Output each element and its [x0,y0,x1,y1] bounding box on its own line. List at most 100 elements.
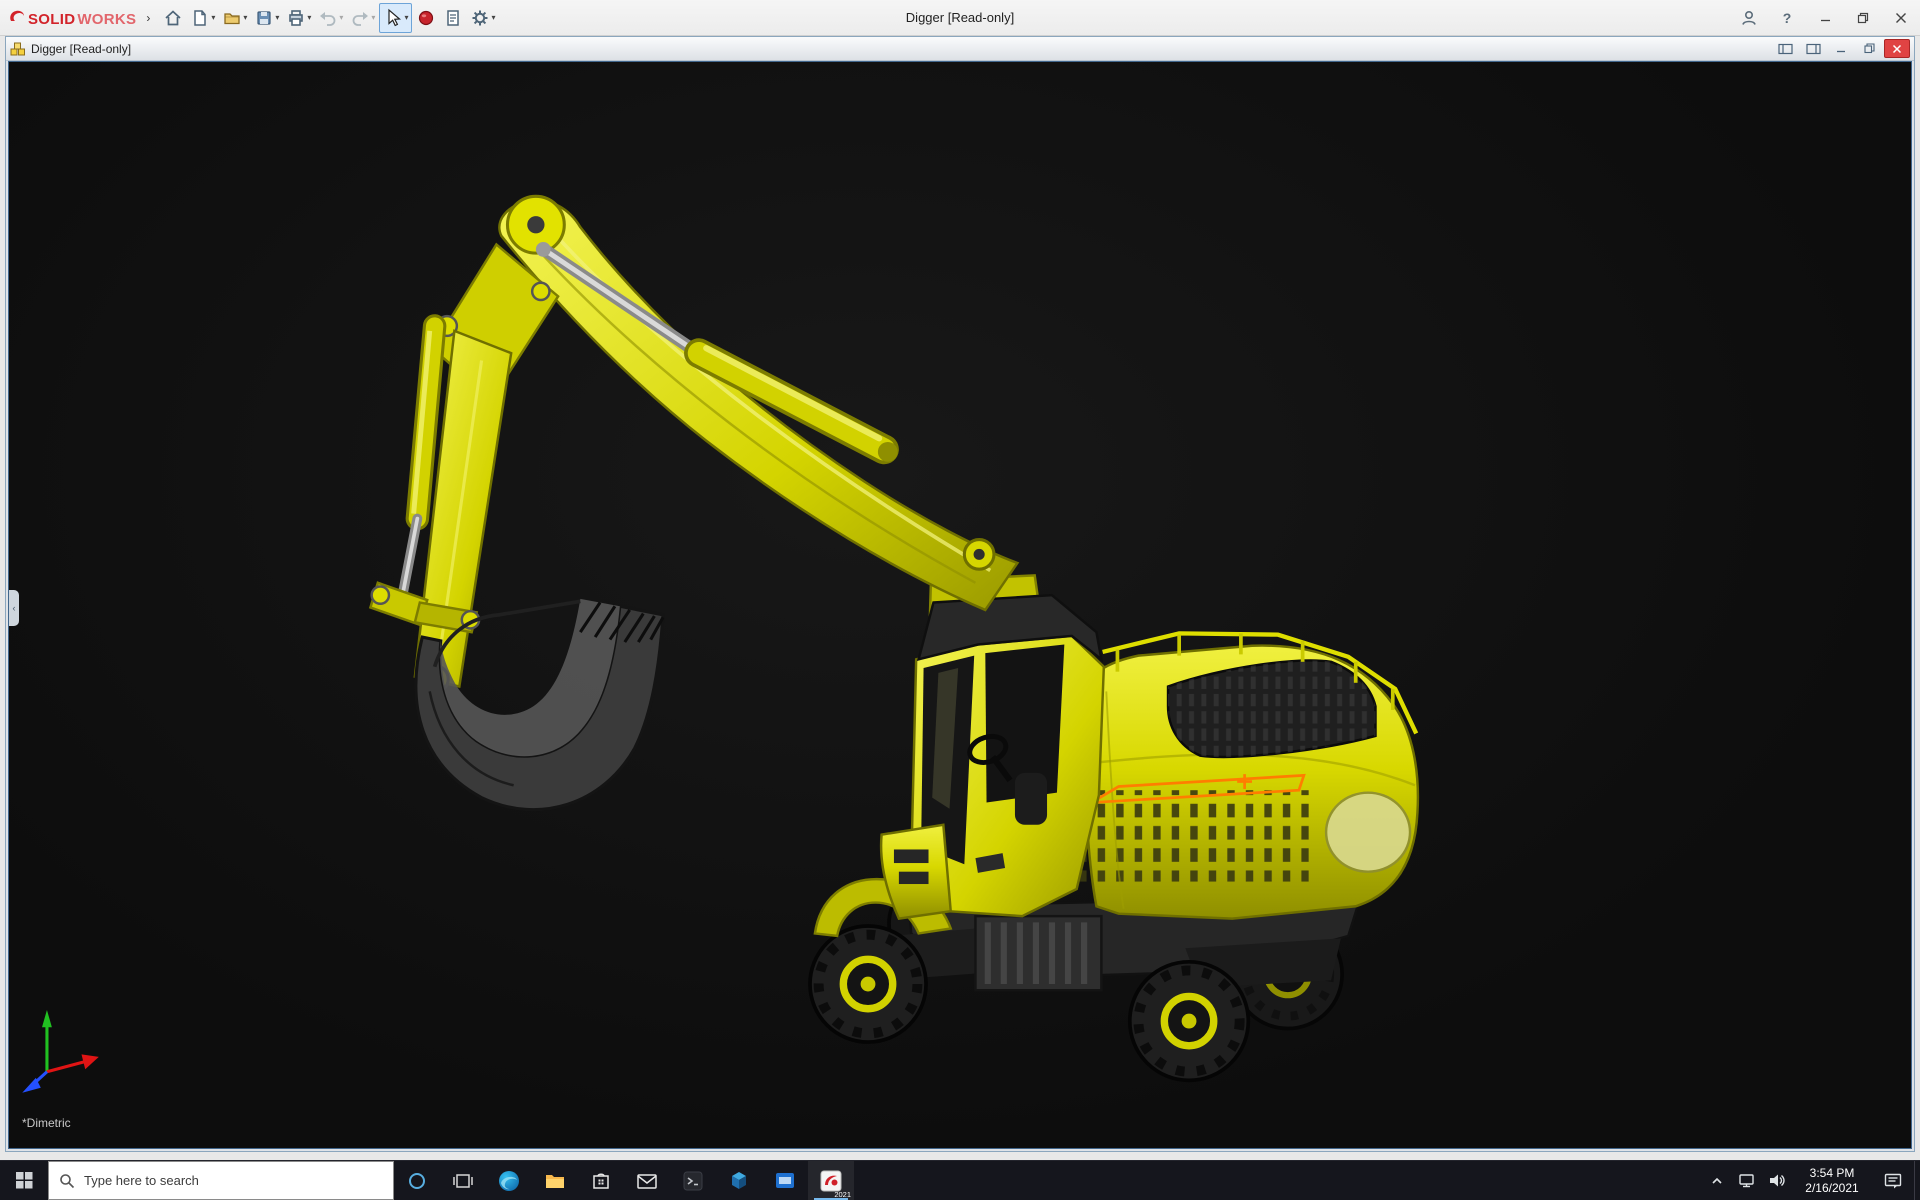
save-button[interactable]: ▾ [251,3,282,33]
solidworks-app-button[interactable]: 2021 [808,1161,854,1200]
restore-icon [1857,12,1869,24]
orientation-triad[interactable] [22,1010,99,1093]
rebuild-button[interactable] [413,3,439,33]
minimize-icon [1820,12,1831,23]
doc-restore-button[interactable] [1856,39,1882,58]
home-icon [163,8,183,28]
clock-time: 3:54 PM [1810,1166,1855,1181]
tray-expand-button[interactable] [1702,1161,1732,1200]
pane-left-button[interactable] [1772,39,1798,58]
undo-icon [318,8,338,28]
edge-icon [497,1169,521,1193]
app-restore-button[interactable] [1844,0,1882,35]
terminal-app-icon [681,1169,705,1193]
document-window: Digger [Read-only] [5,36,1915,1152]
network-button[interactable] [1732,1161,1762,1200]
caret-down-icon[interactable]: ▾ [211,13,215,22]
search-input[interactable] [84,1173,383,1188]
app-titlebar: SOLIDWORKS › ▾ ▾ ▾ ▾ [0,0,1920,36]
cab[interactable] [881,595,1104,918]
caret-down-icon[interactable]: ▾ [275,13,279,22]
redo-icon [350,8,370,28]
pane-left-icon [1778,43,1793,55]
undo-button[interactable]: ▾ [315,3,346,33]
caret-down-icon[interactable]: ▾ [371,13,375,22]
mail-icon [635,1169,659,1193]
file-properties-button[interactable] [440,3,466,33]
seat [1015,773,1047,825]
app-window-controls: ? [1730,0,1920,35]
open-button[interactable]: ▾ [219,3,250,33]
rear-panel-window [1326,793,1410,872]
gear-icon [470,8,490,28]
caret-down-icon[interactable]: ▾ [491,13,495,22]
view-orientation-label: *Dimetric [22,1116,71,1130]
print-icon [286,8,306,28]
rebuild-icon [416,8,436,28]
excavator-model[interactable] [8,61,1912,1149]
pane-right-button[interactable] [1800,39,1826,58]
mail-button[interactable] [624,1161,670,1200]
solidworks-app-icon [819,1169,843,1193]
cortana-button[interactable] [394,1161,440,1200]
task-view-button[interactable] [440,1161,486,1200]
system-tray: 3:54 PM 2/16/2021 [1702,1161,1920,1200]
restore-icon [1864,43,1875,54]
file-explorer-icon [543,1169,567,1193]
action-center-button[interactable] [1872,1161,1914,1200]
taskbar-search-box[interactable] [48,1161,394,1200]
select-tool-button[interactable]: ▾ [379,3,412,33]
doc-close-button[interactable] [1884,39,1910,58]
action-center-icon [1883,1171,1903,1191]
caret-down-icon[interactable]: ▾ [404,13,408,22]
open-folder-icon [222,8,242,28]
caret-down-icon[interactable]: ▾ [307,13,311,22]
app-minimize-button[interactable] [1806,0,1844,35]
store-icon [589,1169,613,1193]
boom [499,201,1017,610]
new-document-button[interactable]: ▾ [187,3,218,33]
volume-icon [1768,1172,1786,1189]
wheel-front-near[interactable] [810,926,926,1042]
caret-down-icon[interactable]: ▾ [243,13,247,22]
assembly-document-icon [10,41,26,57]
show-desktop-button[interactable] [1914,1161,1920,1200]
cad-cube-app-button[interactable] [716,1161,762,1200]
chevron-up-icon [1711,1176,1723,1186]
side-tank[interactable] [975,916,1101,990]
print-button[interactable]: ▾ [283,3,314,33]
start-button[interactable] [0,1161,48,1200]
doc-minimize-button[interactable] [1828,39,1854,58]
search-icon [59,1173,75,1189]
help-button[interactable]: ? [1768,0,1806,35]
ds-logo-icon [8,8,26,24]
store-button[interactable] [578,1161,624,1200]
blue-window-app-button[interactable] [762,1161,808,1200]
redo-button[interactable]: ▾ [347,3,378,33]
wheel-rear-near[interactable] [1130,962,1249,1081]
solidworks-app-window: SOLIDWORKS › ▾ ▾ ▾ ▾ [0,0,1920,1160]
clock-date: 2/16/2021 [1805,1181,1858,1196]
account-button[interactable] [1730,0,1768,35]
new-document-icon [190,8,210,28]
featuremanager-collapsed-tab[interactable]: ‹ [9,590,19,626]
volume-button[interactable] [1762,1161,1792,1200]
options-button[interactable]: ▾ [467,3,498,33]
graphics-viewport[interactable]: ‹ *Dimetric [8,61,1912,1149]
file-explorer-button[interactable] [532,1161,578,1200]
taskbar-clock[interactable]: 3:54 PM 2/16/2021 [1792,1161,1872,1200]
brand-text-solid: SOLID [28,11,75,28]
terminal-app-button[interactable] [670,1161,716,1200]
app-close-button[interactable] [1882,0,1920,35]
help-icon: ? [1783,10,1792,26]
windows-logo-icon [16,1172,33,1189]
cad-cube-app-icon [727,1169,751,1193]
edge-button[interactable] [486,1161,532,1200]
save-icon [254,8,274,28]
menu-expand-chevron-icon[interactable]: › [146,11,150,25]
caret-down-icon[interactable]: ▾ [339,13,343,22]
minimize-icon [1836,44,1846,54]
main-toolbar: ▾ ▾ ▾ ▾ ▾ ▾ ▾ [160,0,498,35]
home-button[interactable] [160,3,186,33]
brand-text-works: WORKS [77,11,136,28]
